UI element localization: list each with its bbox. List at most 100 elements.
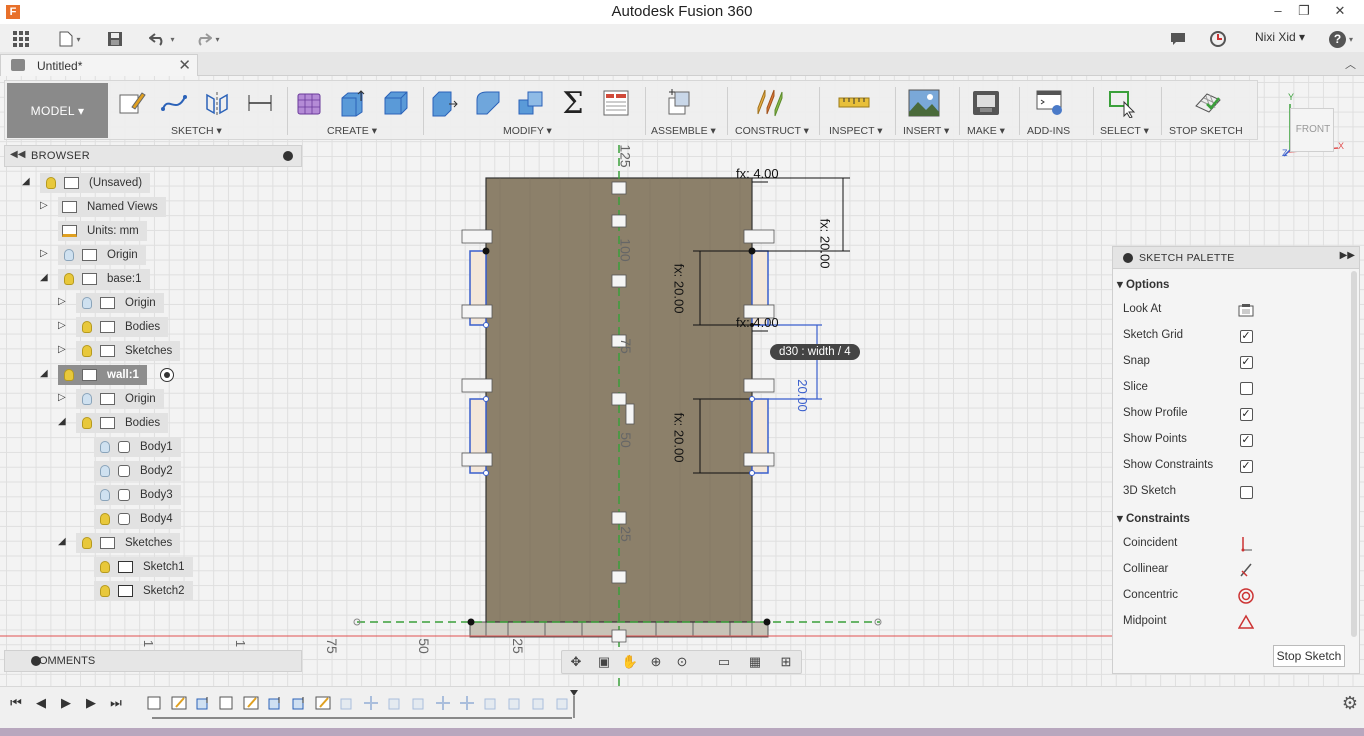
viewports-icon[interactable]: ⊞: [776, 654, 796, 670]
user-account-menu[interactable]: Nixi Xid ▾: [1255, 30, 1305, 44]
visibility-bulb-icon[interactable]: [100, 441, 110, 453]
add-comment-icon[interactable]: [31, 656, 41, 666]
look-at-icon[interactable]: ▣: [594, 654, 614, 670]
new-component-icon[interactable]: [663, 86, 697, 120]
tree-node-bodies[interactable]: Bodies: [76, 317, 169, 337]
tree-node-origin[interactable]: Origin: [76, 389, 164, 409]
expand-arrow-icon[interactable]: ▷: [40, 248, 48, 259]
timeline-suppressed-icon[interactable]: [338, 695, 356, 711]
palette-minimize-icon[interactable]: [1123, 253, 1133, 263]
tree-node-bodies[interactable]: Bodies: [76, 413, 169, 433]
tree-node-sketches[interactable]: Sketches: [76, 533, 181, 553]
timeline-sketch-icon[interactable]: [170, 695, 188, 711]
collapse-arrow-icon[interactable]: ◢: [40, 272, 48, 283]
tree-node-body[interactable]: Body3: [94, 485, 181, 505]
tree-node-root[interactable]: (Unsaved): [40, 173, 151, 193]
sketch-dimension-icon[interactable]: [243, 86, 277, 120]
timeline-suppressed-icon[interactable]: [362, 695, 380, 711]
tree-node-body[interactable]: Body1: [94, 437, 181, 457]
dimension-label[interactable]: 20.00: [795, 379, 810, 412]
expand-arrow-icon[interactable]: ▷: [58, 296, 66, 307]
stop-sketch-label[interactable]: STOP SKETCH: [1169, 125, 1243, 137]
file-menu-button[interactable]: ▾: [55, 28, 85, 50]
palette-scrollbar[interactable]: [1351, 271, 1357, 637]
notifications-icon[interactable]: [1168, 28, 1188, 50]
timeline-suppressed-icon[interactable]: [434, 695, 452, 711]
visibility-bulb-icon[interactable]: [64, 273, 74, 285]
create-sketch-icon[interactable]: [115, 86, 149, 120]
timeline-last-icon[interactable]: ⏭: [108, 695, 124, 711]
browser-panel-header[interactable]: ◀◀ BROWSER: [4, 145, 302, 167]
sketch-palette-header[interactable]: SKETCH PALETTE ▶▶: [1113, 247, 1359, 269]
timeline-suppressed-icon[interactable]: [530, 695, 548, 711]
dimension-label[interactable]: fx: 4.00: [736, 166, 779, 181]
fillet-icon[interactable]: [471, 86, 505, 120]
close-button[interactable]: ✕: [1320, 2, 1360, 20]
create-menu[interactable]: CREATE ▾: [327, 125, 377, 137]
look-at-icon[interactable]: [1238, 302, 1254, 318]
timeline-prev-icon[interactable]: ◀: [33, 695, 49, 711]
workspace-switcher[interactable]: MODEL ▾: [7, 83, 108, 138]
timeline-next-icon[interactable]: ▶: [83, 695, 99, 711]
tree-node-origin[interactable]: Origin: [76, 293, 164, 313]
expand-palette-icon[interactable]: ▶▶: [1340, 250, 1355, 261]
collinear-icon[interactable]: [1238, 562, 1254, 578]
zoom-window-icon[interactable]: ⊙: [672, 654, 692, 670]
expand-arrow-icon[interactable]: ▷: [58, 392, 66, 403]
concentric-icon[interactable]: [1238, 588, 1254, 604]
measure-icon[interactable]: [837, 86, 871, 120]
tree-node-sketches[interactable]: Sketches: [76, 341, 181, 361]
options-section-header[interactable]: ▾ Options: [1117, 277, 1169, 291]
tree-node-sketch[interactable]: Sketch1: [94, 557, 193, 577]
slice-checkbox[interactable]: [1239, 381, 1253, 395]
chevron-up-icon[interactable]: ︿: [1345, 56, 1356, 72]
mirror-icon[interactable]: [200, 86, 234, 120]
coincident-icon[interactable]: [1238, 536, 1254, 552]
timeline-suppressed-icon[interactable]: [458, 695, 476, 711]
visibility-bulb-icon[interactable]: [82, 321, 92, 333]
select-icon[interactable]: [1105, 86, 1139, 120]
concentric-row[interactable]: Concentric: [1123, 583, 1343, 609]
collapse-arrow-icon[interactable]: ◢: [58, 536, 66, 547]
extrude-icon[interactable]: [336, 86, 370, 120]
tree-node-base[interactable]: base:1: [58, 269, 150, 289]
expand-arrow-icon[interactable]: ▷: [40, 200, 48, 211]
press-pull-icon[interactable]: [427, 86, 461, 120]
make-menu[interactable]: MAKE ▾: [967, 125, 1005, 137]
timeline-extrude-icon[interactable]: [290, 695, 308, 711]
combine-icon[interactable]: [514, 86, 548, 120]
expand-arrow-icon[interactable]: ▷: [58, 344, 66, 355]
timeline-sketch-icon[interactable]: [242, 695, 260, 711]
visibility-bulb-icon[interactable]: [64, 249, 74, 261]
display-settings-icon[interactable]: ▭: [714, 654, 734, 670]
timeline-marker[interactable]: [570, 690, 578, 718]
visibility-bulb-icon[interactable]: [100, 465, 110, 477]
timeline-suppressed-icon[interactable]: [506, 695, 524, 711]
expand-arrow-icon[interactable]: ▷: [58, 320, 66, 331]
visibility-bulb-icon[interactable]: [82, 297, 92, 309]
dimension-label[interactable]: fx: 20.00: [817, 219, 832, 269]
pan-icon[interactable]: ✋: [620, 654, 640, 670]
visibility-bulb-icon[interactable]: [100, 585, 110, 597]
tree-node-body[interactable]: Body2: [94, 461, 181, 481]
visibility-bulb-icon[interactable]: [64, 369, 74, 381]
constraints-section-header[interactable]: ▾ Constraints: [1117, 511, 1190, 525]
collapse-arrow-icon[interactable]: ◢: [58, 416, 66, 427]
form-icon[interactable]: [293, 86, 327, 120]
tree-node-units[interactable]: Units: mm: [58, 221, 147, 241]
timeline-feature-icon[interactable]: [146, 695, 164, 711]
timeline-settings-icon[interactable]: ⚙: [1342, 693, 1358, 714]
midpoint-icon[interactable]: [1238, 614, 1254, 630]
timeline-sketch-icon[interactable]: [314, 695, 332, 711]
job-status-icon[interactable]: [1207, 28, 1229, 50]
tree-node-wall-active[interactable]: wall:1: [58, 365, 147, 385]
orbit-icon[interactable]: ✥: [566, 654, 586, 670]
show-constraints-checkbox[interactable]: ✓: [1239, 459, 1253, 473]
collapse-arrow-icon[interactable]: ◢: [40, 368, 48, 379]
3d-sketch-checkbox[interactable]: [1239, 485, 1253, 499]
help-button[interactable]: ? ▾: [1324, 28, 1358, 50]
collinear-row[interactable]: Collinear: [1123, 557, 1343, 583]
visibility-bulb-icon[interactable]: [82, 393, 92, 405]
insert-image-icon[interactable]: [907, 86, 941, 120]
data-panel-icon[interactable]: [10, 28, 32, 50]
